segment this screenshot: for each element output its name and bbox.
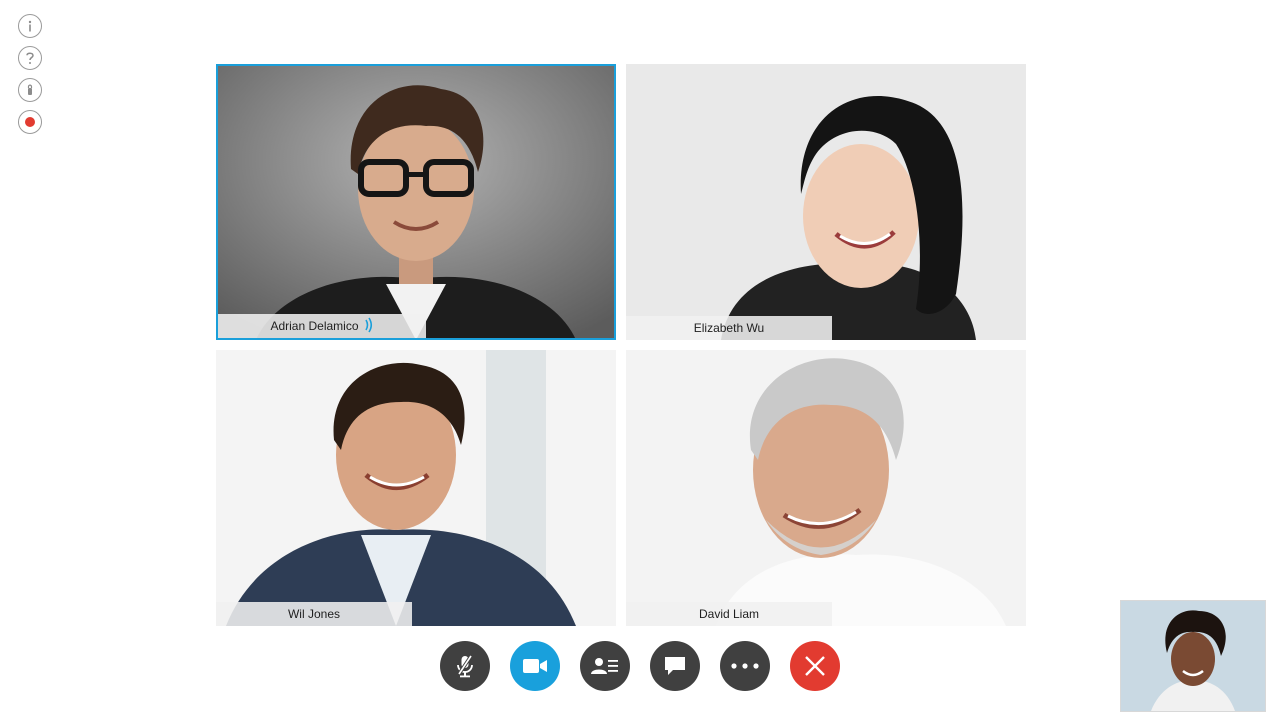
chat-bubble-icon xyxy=(665,657,685,675)
participant-name: David Liam xyxy=(698,607,760,621)
mute-button[interactable] xyxy=(440,641,490,691)
participants-button[interactable] xyxy=(580,641,630,691)
participant-name-tag: David Liam xyxy=(626,602,832,626)
participant-video xyxy=(216,64,616,340)
info-icon[interactable] xyxy=(18,14,42,38)
participant-name: Adrian Delamico xyxy=(270,319,359,333)
call-controls xyxy=(440,641,840,691)
participant-video xyxy=(216,350,616,626)
participant-name-tag: Elizabeth Wu xyxy=(626,316,832,340)
record-indicator xyxy=(25,117,35,127)
help-icon[interactable] xyxy=(18,46,42,70)
video-tile-david[interactable]: David Liam xyxy=(626,350,1026,626)
video-tile-elizabeth[interactable]: Elizabeth Wu xyxy=(626,64,1026,340)
more-button[interactable] xyxy=(720,641,770,691)
record-icon[interactable] xyxy=(18,110,42,134)
participant-name: Wil Jones xyxy=(287,607,340,621)
chat-button[interactable] xyxy=(650,641,700,691)
lock-icon[interactable] xyxy=(18,78,42,102)
end-call-button[interactable] xyxy=(790,641,840,691)
participant-video xyxy=(626,64,1026,340)
speaking-indicator-icon xyxy=(364,317,374,336)
participant-name: Elizabeth Wu xyxy=(693,321,765,335)
participant-name-tag: Adrian Delamico xyxy=(218,314,426,338)
self-view-video[interactable] xyxy=(1120,600,1266,712)
mic-muted-icon xyxy=(457,655,473,678)
contact-list-icon xyxy=(591,658,618,674)
video-button[interactable] xyxy=(510,641,560,691)
participant-video xyxy=(626,350,1026,626)
self-view-image xyxy=(1121,601,1265,711)
camera-icon xyxy=(523,659,547,673)
close-icon xyxy=(805,656,825,676)
ellipsis-icon xyxy=(731,663,759,669)
video-tile-adrian[interactable]: Adrian Delamico xyxy=(216,64,616,340)
left-rail xyxy=(18,14,44,142)
video-tile-wil[interactable]: Wil Jones xyxy=(216,350,616,626)
participant-name-tag: Wil Jones xyxy=(216,602,412,626)
